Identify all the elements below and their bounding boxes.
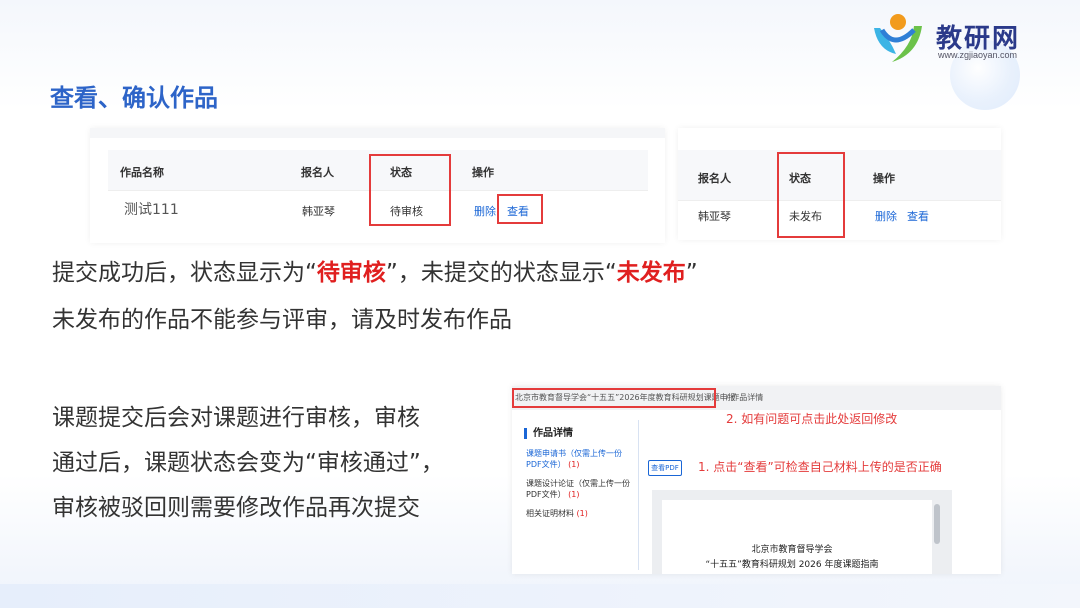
text-segment: ” [685,260,698,286]
bottom-band [0,584,1080,608]
material-list: 课题申请书（仅需上传一份PDF文件） (1) 课题设计论证（仅需上传一份PDF文… [526,448,634,527]
breadcrumb-current-label: 作品详情 [731,393,764,402]
delete-link[interactable]: 删除 [875,208,897,224]
works-table-screenshot: 作品名称 报名人 状态 操作 测试111 韩亚琴 待审核 删除 查看 [90,128,665,243]
header-actions: 操作 [873,172,895,185]
status-highlight-box [369,154,451,226]
view-highlight-box [497,194,543,224]
unpublished-highlight: 未发布 [616,260,686,286]
breadcrumb-current: / 作品详情 [726,393,764,402]
review-explanation-line3: 审核被驳回则需要修改作品再次提交 [52,495,420,521]
pdf-scrollbar[interactable] [934,504,940,544]
status-highlight-box [777,152,845,238]
text-segment: 提交成功后，状态显示为“ [52,260,317,286]
doc-title-line1: 北京市教育督导学会 [751,545,833,555]
work-detail-screenshot: 北京市教育督导学会“十五五”2026年度教育科研规划课题申报 / 作品详情 作品… [512,386,1001,574]
status-explanation: 提交成功后，状态显示为“待审核”，未提交的状态显示“未发布” 未发布的作品不能参… [52,250,822,344]
page-title: 查看、确认作品 [50,84,218,112]
breadcrumb-highlight-box [512,388,716,408]
material-label: 相关证明材料 [526,509,574,518]
material-item-application[interactable]: 课题申请书（仅需上传一份PDF文件） (1) [526,448,634,470]
material-count: (1) [576,509,588,518]
status-explanation-line2: 未发布的作品不能参与评审，请及时发布作品 [52,307,512,333]
header-applicant: 报名人 [698,172,731,185]
works-table-screenshot-2: 报名人 状态 操作 韩亚琴 未发布 删除 查看 [678,128,1001,240]
cell-applicant: 韩亚琴 [698,210,731,223]
cell-work-name: 测试111 [124,202,179,218]
header-actions: 操作 [472,166,494,179]
cell-applicant: 韩亚琴 [302,205,335,218]
material-item-design[interactable]: 课题设计论证（仅需上传一份PDF文件） (1) [526,478,634,500]
panel-topbar [90,128,665,138]
header-work-name: 作品名称 [120,166,164,179]
review-explanation-line1: 课题提交后会对课题进行审核，审核 [52,405,420,431]
status-explanation-line1: 提交成功后，状态显示为“待审核”，未提交的状态显示“未发布” [52,250,822,297]
sidebar-divider [638,420,639,570]
annotation-return-edit: 2. 如有问题可点击此处返回修改 [726,412,898,426]
review-explanation-line2: 通过后，课题状态会变为“审核通过”， [52,450,444,476]
header-applicant: 报名人 [301,166,334,179]
annotation-view-check: 1. 点击“查看”可检查自己材料上传的是否正确 [698,460,942,474]
delete-link[interactable]: 删除 [474,203,496,219]
material-count: (1) [568,490,580,499]
view-link[interactable]: 查看 [907,208,929,224]
pending-review-highlight: 待审核 [316,260,386,286]
doc-title-line2: “十五五”教育科研规划 2026 年度课题指南 [705,560,879,570]
material-item-proof[interactable]: 相关证明材料 (1) [526,508,634,519]
logo-url: www.zgjiaoyan.com [938,50,1018,60]
detail-heading: 作品详情 [524,428,573,439]
material-count: (1) [568,460,580,469]
view-pdf-button[interactable]: 查看PDF [648,460,682,476]
text-segment: ”，未提交的状态显示“ [385,260,617,286]
review-explanation: 课题提交后会对课题进行审核，审核 通过后，课题状态会变为“审核通过”， 审核被驳… [52,396,502,531]
logo: 教研网 www.zgjiaoyan.com [868,10,1068,66]
logo-mark-icon [874,14,922,62]
